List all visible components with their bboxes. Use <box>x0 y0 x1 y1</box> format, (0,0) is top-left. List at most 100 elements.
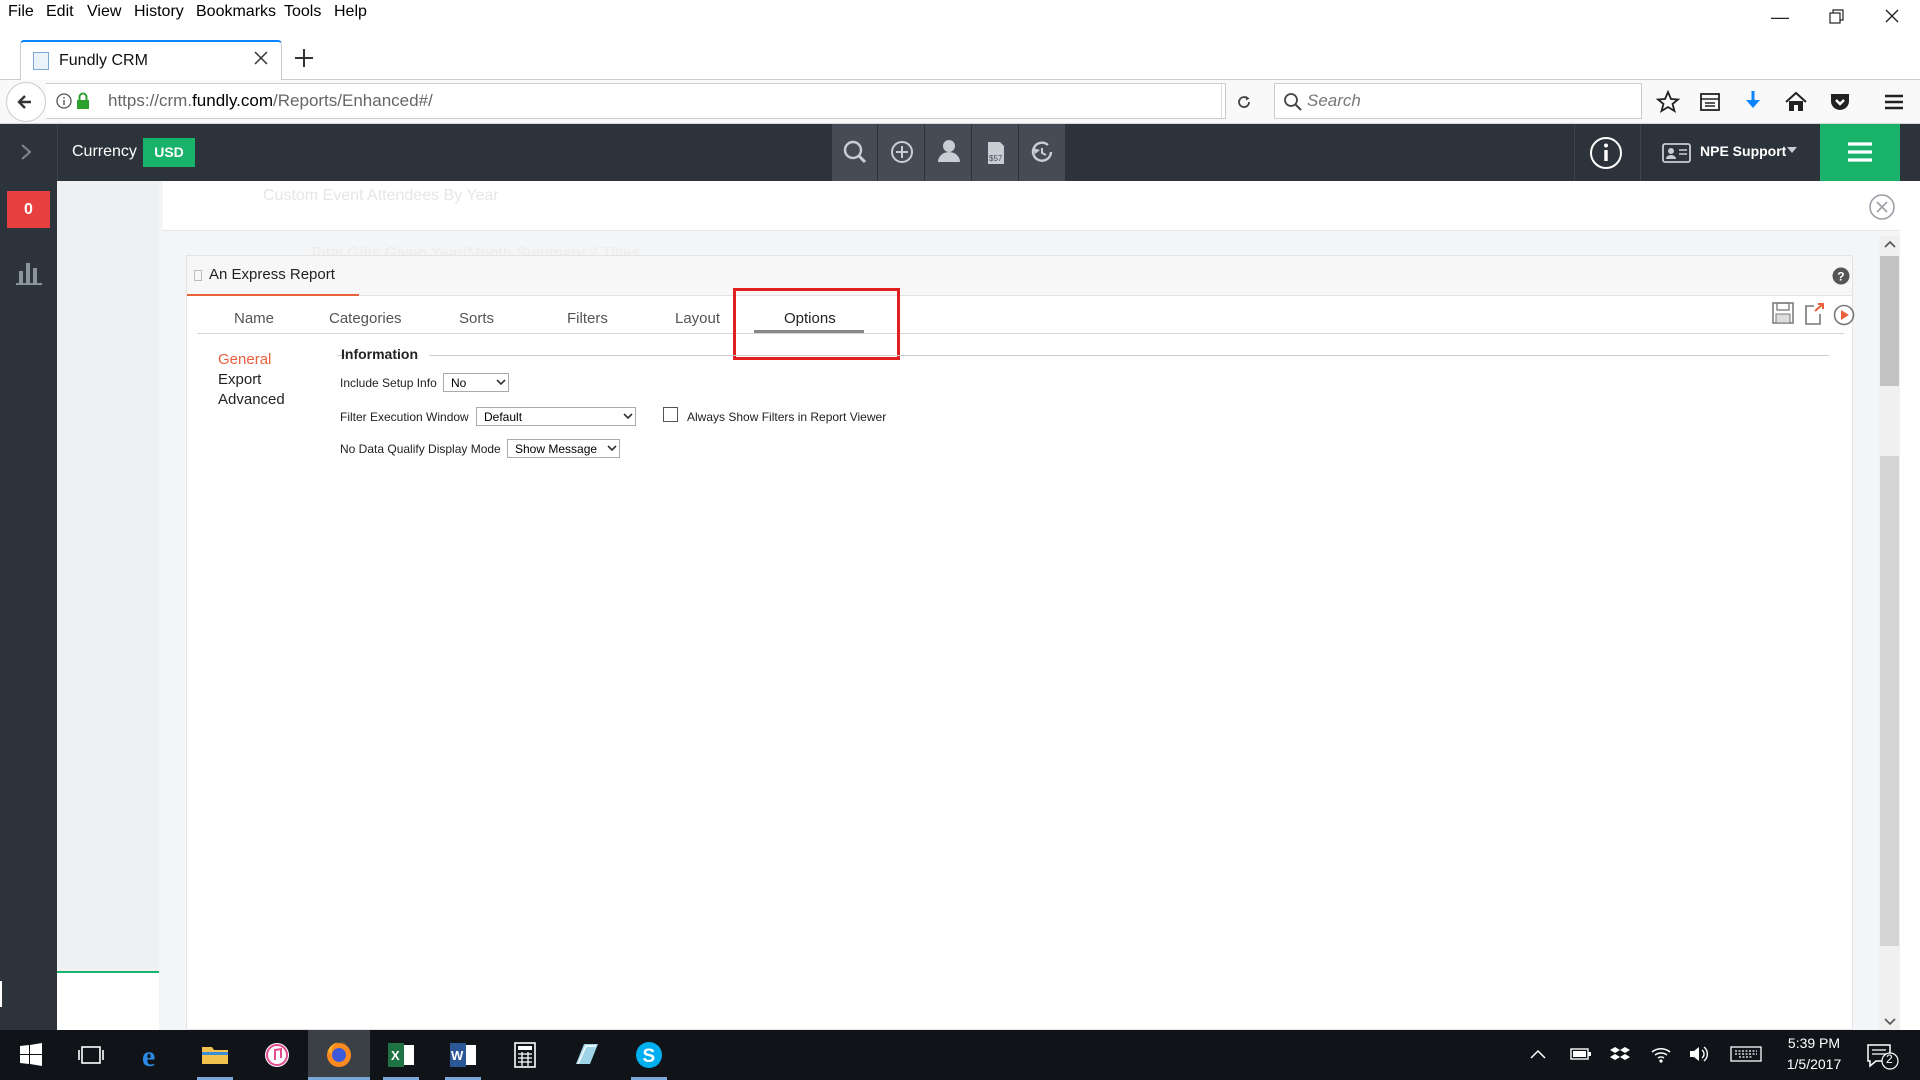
scroll-down-icon[interactable] <box>1884 1018 1896 1026</box>
info-icon[interactable] <box>1589 136 1623 170</box>
currency-badge[interactable]: USD <box>143 138 195 167</box>
left-icon-sidebar: 0 <box>0 181 57 1030</box>
filter-window-label: Filter Execution Window <box>340 410 469 424</box>
highlight-box <box>733 288 900 360</box>
chevron-down-icon <box>607 445 617 453</box>
navigation-bar: https://crm.fundly.com/Reports/Enhanced#… <box>0 80 1920 124</box>
scrollbar[interactable] <box>1879 236 1900 1030</box>
hamburger-menu-icon[interactable] <box>1882 90 1906 114</box>
user-name[interactable]: NPE Support <box>1700 143 1786 159</box>
windows-taskbar: e X W S 5:39 PM 1/5/2017 2 <box>0 1030 1920 1080</box>
keyboard-icon[interactable] <box>1730 1046 1762 1062</box>
wifi-icon[interactable] <box>1650 1044 1672 1064</box>
tab-categories[interactable]: Categories <box>329 310 402 327</box>
lock-icon <box>76 92 90 110</box>
url-prefix: https://crm. <box>108 91 193 110</box>
options-nav-general[interactable]: General <box>218 351 271 368</box>
no-data-mode-select[interactable]: Show Message <box>507 439 620 458</box>
menu-edit[interactable]: Edit <box>46 3 74 21</box>
chevron-down-icon <box>496 379 506 387</box>
browser-menu-bar: File Edit View History Bookmarks Tools H… <box>0 0 1920 28</box>
site-info-icon[interactable] <box>56 93 72 109</box>
include-setup-value: No <box>451 376 467 390</box>
calculator-icon[interactable] <box>494 1030 556 1080</box>
tab-layout[interactable]: Layout <box>675 310 720 327</box>
dropbox-icon[interactable] <box>1610 1044 1630 1064</box>
filter-window-select[interactable]: Default <box>476 407 636 426</box>
volume-icon[interactable] <box>1688 1044 1710 1064</box>
gift-receipt-icon[interactable]: $57 <box>973 124 1019 181</box>
tab-strip: Fundly CRM <box>0 28 1920 82</box>
always-show-filters-checkbox[interactable] <box>663 407 678 422</box>
quick-actions-toolbar: $57 <box>832 124 1065 181</box>
menu-file[interactable]: File <box>8 3 34 21</box>
show-hidden-icons-icon[interactable] <box>1530 1048 1546 1060</box>
include-setup-select[interactable]: No <box>443 373 509 392</box>
user-dropdown-icon[interactable] <box>1787 147 1797 155</box>
action-center-icon[interactable]: 2 <box>1866 1042 1900 1070</box>
battery-icon[interactable] <box>1570 1047 1592 1061</box>
new-tab-icon[interactable] <box>292 46 316 70</box>
report-editor-panel: An Express Report ? Name Categories Sort… <box>186 255 1855 1030</box>
browser-tab[interactable]: Fundly CRM <box>20 40 282 82</box>
menu-tools[interactable]: Tools <box>284 3 321 21</box>
save-icon[interactable] <box>1772 302 1794 324</box>
person-icon[interactable] <box>926 124 972 181</box>
svg-text:S: S <box>643 1046 656 1067</box>
close-tab-icon[interactable] <box>251 48 271 68</box>
itunes-icon[interactable] <box>246 1030 308 1080</box>
clock-date[interactable]: 1/5/2017 <box>1784 1056 1844 1072</box>
tab-filters[interactable]: Filters <box>567 310 608 327</box>
download-icon[interactable] <box>1741 89 1765 115</box>
options-nav-export[interactable]: Export <box>218 371 261 388</box>
run-report-icon[interactable] <box>1833 304 1855 326</box>
firefox-icon[interactable] <box>308 1030 370 1080</box>
windows-start-icon[interactable] <box>0 1030 62 1080</box>
menu-view[interactable]: View <box>87 3 121 21</box>
file-explorer-icon[interactable] <box>184 1030 246 1080</box>
url-bar[interactable]: https://crm.fundly.com/Reports/Enhanced#… <box>46 83 1250 119</box>
menu-help[interactable]: Help <box>334 3 367 21</box>
no-data-mode-label: No Data Qualify Display Mode <box>340 442 501 456</box>
main-menu-button[interactable] <box>1820 124 1900 181</box>
reports-chart-icon[interactable] <box>14 257 44 287</box>
report-title: An Express Report <box>209 266 335 283</box>
options-nav-advanced[interactable]: Advanced <box>218 391 285 408</box>
background-report-list: Custom Event Attendees By Year <box>163 181 1900 231</box>
reading-list-icon[interactable] <box>1698 90 1722 114</box>
home-icon[interactable] <box>1784 90 1808 114</box>
section-title: Information <box>341 346 418 362</box>
clock-time[interactable]: 5:39 PM <box>1784 1035 1844 1051</box>
scroll-thumb[interactable] <box>1880 256 1899 386</box>
scroll-up-icon[interactable] <box>1884 240 1896 248</box>
tab-sorts[interactable]: Sorts <box>459 310 494 327</box>
svg-text:$57: $57 <box>989 154 1003 163</box>
back-button[interactable] <box>6 82 46 122</box>
export-icon[interactable] <box>1804 302 1826 326</box>
edge-browser-icon[interactable]: e <box>122 1030 184 1080</box>
add-icon[interactable] <box>879 124 925 181</box>
tab-title: Fundly CRM <box>59 52 148 69</box>
pocket-icon[interactable] <box>1828 90 1852 114</box>
help-icon[interactable]: ? <box>1832 267 1850 285</box>
menu-bookmarks[interactable]: Bookmarks <box>196 3 276 21</box>
tab-name[interactable]: Name <box>234 310 274 327</box>
menu-history[interactable]: History <box>134 3 184 21</box>
bookmark-star-icon[interactable] <box>1656 90 1680 114</box>
scroll-track-highlight <box>1880 456 1899 946</box>
task-view-icon[interactable] <box>60 1030 122 1080</box>
history-icon[interactable] <box>1020 124 1065 181</box>
search-icon <box>1283 92 1303 112</box>
reload-icon[interactable] <box>1234 92 1254 112</box>
notes-app-icon[interactable] <box>556 1030 618 1080</box>
svg-text:?: ? <box>1837 270 1844 284</box>
search-bar[interactable]: Search <box>1274 83 1642 119</box>
excel-icon[interactable]: X <box>370 1030 432 1080</box>
skype-icon[interactable]: S <box>618 1030 680 1080</box>
word-icon[interactable]: W <box>432 1030 494 1080</box>
search-icon[interactable] <box>832 124 878 181</box>
expand-sidebar-icon[interactable] <box>16 142 36 162</box>
close-circle-icon[interactable] <box>1868 193 1896 221</box>
notification-badge[interactable]: 0 <box>7 191 50 228</box>
app-header: Currency USD $57 NPE Support <box>0 124 1920 181</box>
